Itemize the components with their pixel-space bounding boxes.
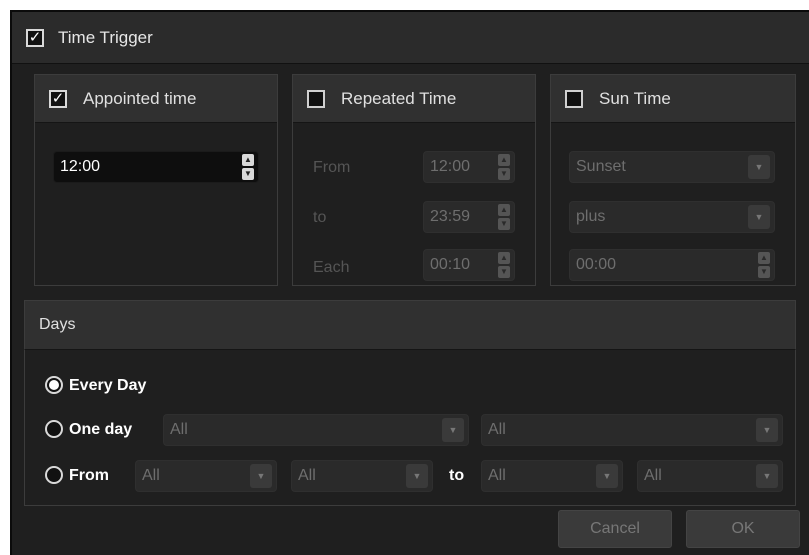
cancel-button[interactable]: Cancel xyxy=(558,510,672,548)
chevron-down-icon[interactable]: ▼ xyxy=(442,418,464,442)
to-select-1-value: All xyxy=(488,467,506,484)
days-group: Every Day One day All ▼ All ▼ From All ▼… xyxy=(24,350,796,506)
repeated-from-spinner[interactable]: ▲ ▼ xyxy=(498,154,510,180)
appointed-time-header: ✓ Appointed time xyxy=(35,75,277,123)
repeated-each-spinner[interactable]: ▲ ▼ xyxy=(498,252,510,278)
spin-up-icon[interactable]: ▲ xyxy=(498,252,510,264)
ok-button-label: OK xyxy=(731,520,755,537)
sun-offset-input[interactable]: 00:00 ▲ ▼ xyxy=(569,249,775,281)
time-trigger-checkbox[interactable]: ✓ xyxy=(26,28,44,47)
spin-down-icon[interactable]: ▼ xyxy=(242,168,254,180)
days-label: Days xyxy=(39,316,76,333)
one-day-select-2[interactable]: All ▼ xyxy=(481,414,783,446)
one-day-select-1-value: All xyxy=(170,421,188,438)
repeated-each-input[interactable]: 00:10 ▲ ▼ xyxy=(423,249,515,281)
days-header: Days xyxy=(24,300,796,350)
repeated-to-label: to xyxy=(313,209,327,226)
repeated-time-header: Repeated Time xyxy=(293,75,535,123)
cancel-button-label: Cancel xyxy=(590,520,640,537)
appointed-time-value: 12:00 xyxy=(60,158,101,175)
sun-time-group: Sun Time Sunset ▼ plus ▼ 00:00 ▲ ▼ xyxy=(550,74,796,286)
repeated-time-group: Repeated Time From 12:00 ▲ ▼ to 23:59 ▲ … xyxy=(292,74,536,286)
repeated-time-checkbox[interactable] xyxy=(307,89,325,108)
repeated-to-spinner[interactable]: ▲ ▼ xyxy=(498,204,510,230)
repeated-to-value: 23:59 xyxy=(430,208,471,225)
chevron-down-icon[interactable]: ▼ xyxy=(748,205,770,229)
spin-down-icon[interactable]: ▼ xyxy=(498,266,510,278)
chevron-down-icon[interactable]: ▼ xyxy=(756,418,778,442)
appointed-time-spinner[interactable]: ▲ ▼ xyxy=(242,154,254,180)
one-day-label[interactable]: One day xyxy=(69,421,132,439)
appointed-time-label: Appointed time xyxy=(83,88,197,108)
appointed-time-checkbox[interactable]: ✓ xyxy=(49,89,67,108)
spin-down-icon[interactable]: ▼ xyxy=(758,266,770,278)
chevron-down-icon[interactable]: ▼ xyxy=(748,155,770,179)
spin-up-icon[interactable]: ▲ xyxy=(498,154,510,166)
repeated-from-input[interactable]: 12:00 ▲ ▼ xyxy=(423,151,515,183)
one-day-select-2-value: All xyxy=(488,421,506,438)
sun-time-checkbox[interactable] xyxy=(565,89,583,108)
checkmark-icon: ✓ xyxy=(28,28,42,46)
every-day-radio[interactable] xyxy=(45,376,63,394)
spin-up-icon[interactable]: ▲ xyxy=(498,204,510,216)
repeated-from-value: 12:00 xyxy=(430,158,471,175)
repeated-from-label: From xyxy=(313,159,351,176)
to-select-2-value: All xyxy=(644,467,662,484)
sun-time-label: Sun Time xyxy=(599,88,671,108)
spin-up-icon[interactable]: ▲ xyxy=(758,252,770,264)
sun-time-header: Sun Time xyxy=(551,75,795,123)
one-day-select-1[interactable]: All ▼ xyxy=(163,414,469,446)
sun-event-value: Sunset xyxy=(576,158,626,175)
sun-offset-mode-select[interactable]: plus ▼ xyxy=(569,201,775,233)
sun-offset-value: 00:00 xyxy=(576,256,617,273)
chevron-down-icon[interactable]: ▼ xyxy=(406,464,428,488)
chevron-down-icon[interactable]: ▼ xyxy=(250,464,272,488)
every-day-label[interactable]: Every Day xyxy=(69,377,146,395)
chevron-down-icon[interactable]: ▼ xyxy=(596,464,618,488)
repeated-each-label: Each xyxy=(313,259,350,276)
from-radio[interactable] xyxy=(45,466,63,484)
from-select-1[interactable]: All ▼ xyxy=(135,460,277,492)
to-select-1[interactable]: All ▼ xyxy=(481,460,623,492)
to-select-2[interactable]: All ▼ xyxy=(637,460,783,492)
spin-up-icon[interactable]: ▲ xyxy=(242,154,254,166)
from-select-2-value: All xyxy=(298,467,316,484)
to-label: to xyxy=(449,467,465,484)
from-select-2[interactable]: All ▼ xyxy=(291,460,433,492)
sun-event-select[interactable]: Sunset ▼ xyxy=(569,151,775,183)
time-trigger-dialog: ✓ Time Trigger ✓ Appointed time 12:00 ▲ … xyxy=(10,10,809,555)
repeated-each-value: 00:10 xyxy=(430,256,471,273)
appointed-time-group: ✓ Appointed time 12:00 ▲ ▼ xyxy=(34,74,278,286)
spin-down-icon[interactable]: ▼ xyxy=(498,168,510,180)
sun-offset-mode-value: plus xyxy=(576,208,606,225)
ok-button[interactable]: OK xyxy=(686,510,800,548)
appointed-time-input[interactable]: 12:00 ▲ ▼ xyxy=(53,151,259,183)
repeated-to-input[interactable]: 23:59 ▲ ▼ xyxy=(423,201,515,233)
sun-offset-spinner[interactable]: ▲ ▼ xyxy=(758,252,770,278)
time-trigger-header: ✓ Time Trigger xyxy=(12,12,809,64)
from-label[interactable]: From xyxy=(69,467,109,485)
checkmark-icon: ✓ xyxy=(51,89,65,107)
from-select-1-value: All xyxy=(142,467,160,484)
repeated-time-label: Repeated Time xyxy=(341,88,457,108)
chevron-down-icon[interactable]: ▼ xyxy=(756,464,778,488)
one-day-radio[interactable] xyxy=(45,420,63,438)
time-trigger-title: Time Trigger xyxy=(58,27,153,47)
spin-down-icon[interactable]: ▼ xyxy=(498,218,510,230)
